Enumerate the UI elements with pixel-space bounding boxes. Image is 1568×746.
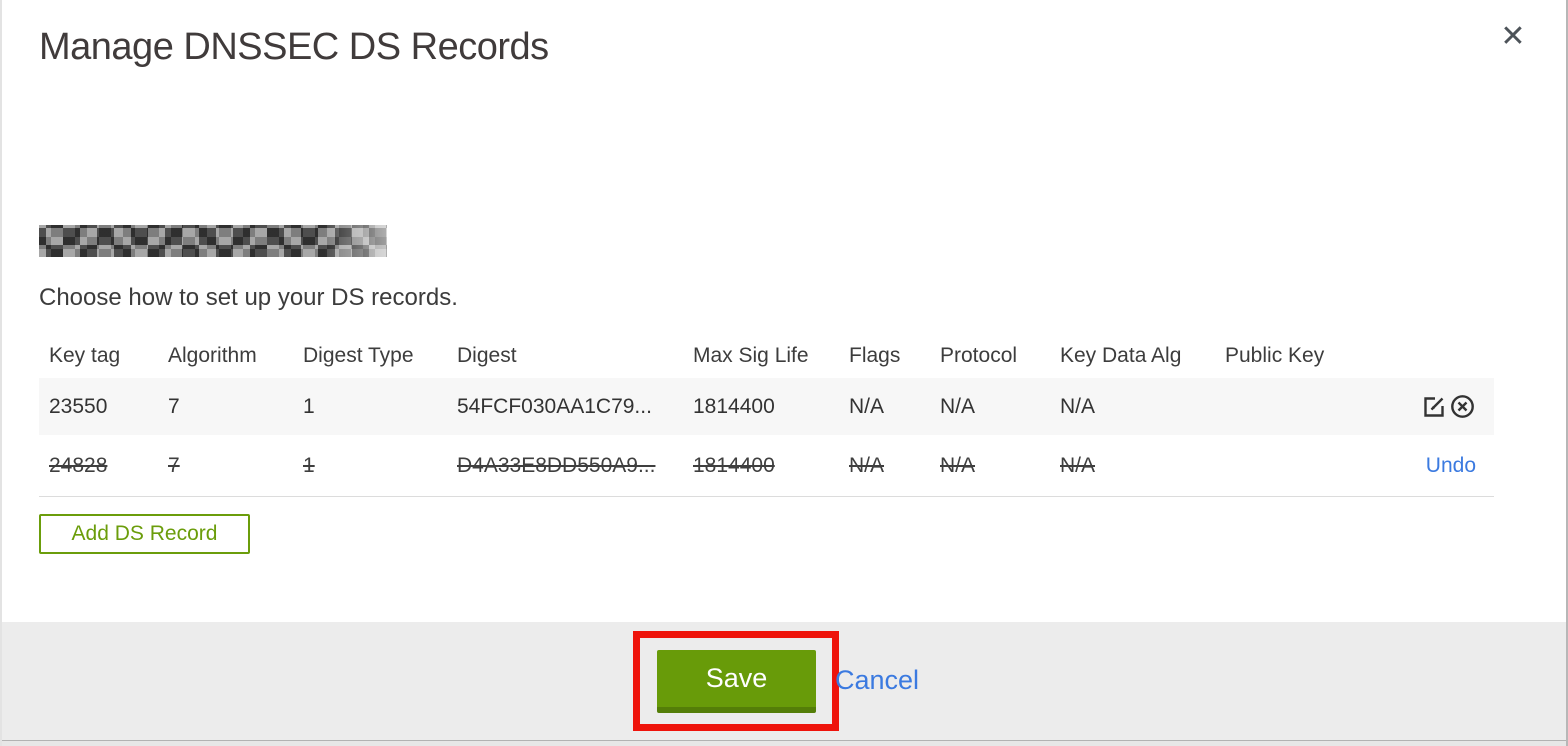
cell-digest: D4A33E8DD550A9...: [457, 453, 656, 477]
cell-max-sig-life: 1814400: [693, 453, 775, 477]
column-header-digest-type: Digest Type: [303, 343, 414, 367]
window-bottom-edge: [2, 740, 1566, 746]
column-header-protocol: Protocol: [940, 343, 1018, 367]
cell-algorithm: 7: [168, 394, 180, 418]
cell-algorithm: 7: [168, 453, 180, 477]
cell-max-sig-life: 1814400: [693, 394, 775, 418]
edit-record-icon[interactable]: [1421, 393, 1448, 420]
close-icon[interactable]: ✕: [1498, 22, 1528, 52]
instruction-text: Choose how to set up your DS records.: [39, 284, 458, 311]
column-header-digest: Digest: [457, 343, 517, 367]
cancel-link[interactable]: Cancel: [835, 665, 919, 696]
row-actions: [1345, 393, 1494, 420]
cell-protocol: N/A: [940, 394, 976, 418]
cell-key-data-alg: N/A: [1060, 453, 1096, 477]
cell-digest-type: 1: [303, 394, 315, 418]
column-header-algorithm: Algorithm: [168, 343, 257, 367]
cell-digest-type: 1: [303, 453, 315, 477]
cell-key-tag: 23550: [49, 394, 108, 418]
row-actions: Undo: [1345, 454, 1494, 478]
modal-footer: Save Cancel: [2, 622, 1566, 740]
add-ds-record-button[interactable]: Add DS Record: [39, 514, 250, 554]
annotation-highlight-box: Save: [633, 631, 839, 731]
column-header-max-sig-life: Max Sig Life: [693, 343, 809, 367]
cell-key-tag: 24828: [49, 453, 108, 477]
cell-key-data-alg: N/A: [1060, 394, 1096, 418]
table-header-row: Key tag Algorithm Digest Type Digest Max…: [39, 333, 1494, 378]
cell-flags: N/A: [849, 453, 885, 477]
cell-protocol: N/A: [940, 453, 976, 477]
table-row: 23550 7 1 54FCF030AA1C79... 1814400 N/A …: [39, 378, 1494, 435]
cell-flags: N/A: [849, 394, 885, 418]
column-header-flags: Flags: [849, 343, 901, 367]
dnssec-modal: Manage DNSSEC DS Records ✕ Choose how to…: [0, 0, 1568, 746]
redacted-domain-name: [39, 225, 387, 257]
column-header-public-key: Public Key: [1225, 343, 1325, 367]
column-header-key-data-alg: Key Data Alg: [1060, 343, 1182, 367]
table-row-marked-for-deletion: 24828 7 1 D4A33E8DD550A9... 1814400 N/A …: [39, 435, 1494, 497]
cell-digest: 54FCF030AA1C79...: [457, 394, 652, 418]
undo-link[interactable]: Undo: [1426, 454, 1476, 478]
page-title: Manage DNSSEC DS Records: [39, 26, 549, 68]
save-button[interactable]: Save: [657, 650, 816, 713]
column-header-key-tag: Key tag: [49, 343, 121, 367]
delete-record-icon[interactable]: [1449, 393, 1476, 420]
ds-records-table: Key tag Algorithm Digest Type Digest Max…: [39, 333, 1494, 497]
